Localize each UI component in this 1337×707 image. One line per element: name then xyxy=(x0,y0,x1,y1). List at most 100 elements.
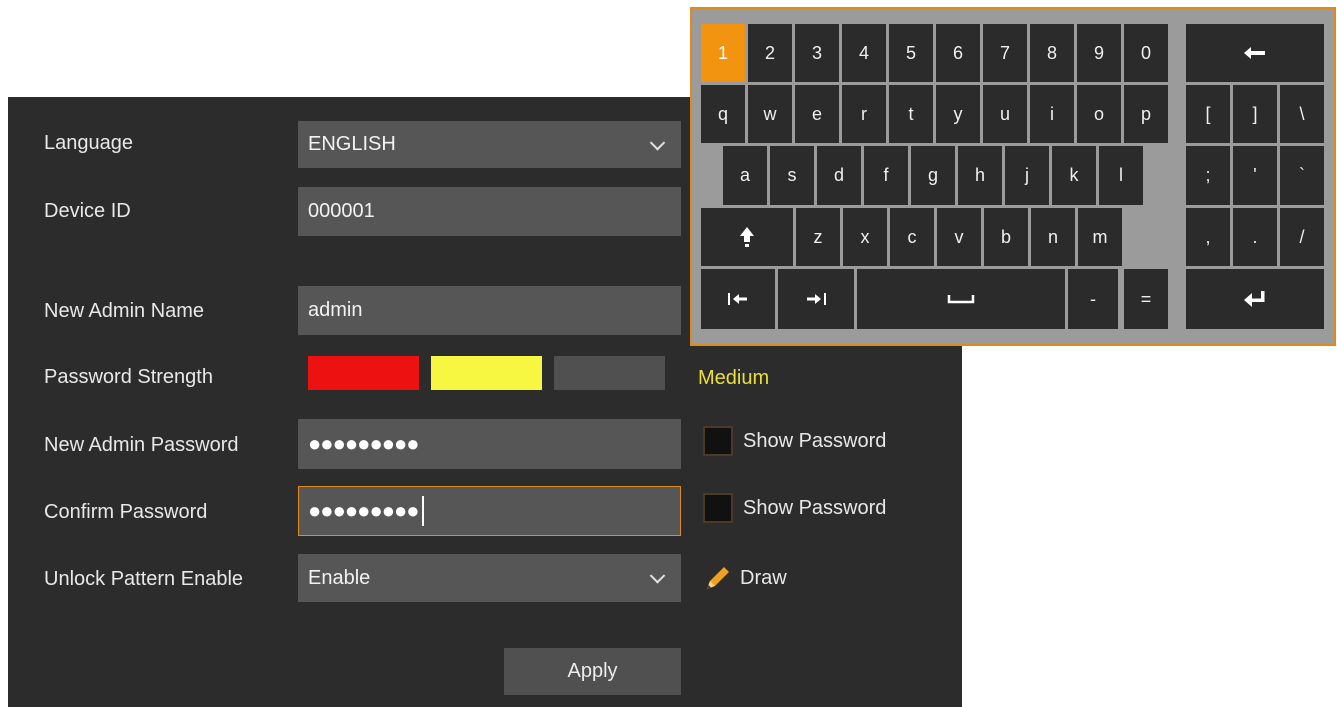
key-symbol-3[interactable]: ; xyxy=(1186,146,1230,205)
key-symbol-5[interactable]: ` xyxy=(1280,146,1324,205)
shift-key[interactable] xyxy=(701,208,793,266)
key-label: s xyxy=(787,165,797,185)
key-j[interactable]: j xyxy=(1005,146,1049,205)
key-label: 2 xyxy=(764,42,775,63)
checkbox-box[interactable] xyxy=(703,426,733,456)
key-6[interactable]: 6 xyxy=(936,24,980,82)
cursor-left-icon xyxy=(727,291,749,307)
key-y[interactable]: y xyxy=(936,85,980,143)
key-u[interactable]: u xyxy=(983,85,1027,143)
key-r[interactable]: r xyxy=(842,85,886,143)
key-e[interactable]: e xyxy=(795,85,839,143)
enter-return-icon xyxy=(1243,290,1267,308)
key-equals[interactable]: = xyxy=(1124,269,1168,329)
key-label: x xyxy=(860,226,870,247)
unlock-pattern-select[interactable]: Enable xyxy=(298,554,681,602)
key-l[interactable]: l xyxy=(1099,146,1143,205)
key-w[interactable]: w xyxy=(748,85,792,143)
key-label: e xyxy=(811,103,822,124)
key-label: = xyxy=(1140,288,1152,309)
key-v[interactable]: v xyxy=(937,208,981,266)
checkbox-box[interactable] xyxy=(703,493,733,523)
key-label: 6 xyxy=(952,42,963,63)
key-z[interactable]: z xyxy=(796,208,840,266)
key-5[interactable]: 5 xyxy=(889,24,933,82)
key-symbol-4[interactable]: ' xyxy=(1233,146,1277,205)
key-label: n xyxy=(1047,226,1058,247)
language-select[interactable]: ENGLISH xyxy=(298,121,681,168)
cursor-right-key[interactable] xyxy=(778,269,854,329)
key-q[interactable]: q xyxy=(701,85,745,143)
new-password-input[interactable]: ●●●●●●●●● xyxy=(298,419,681,469)
confirm-password-input[interactable]: ●●●●●●●●● xyxy=(298,486,681,536)
key-f[interactable]: f xyxy=(864,146,908,205)
key-k[interactable]: k xyxy=(1052,146,1096,205)
key-2[interactable]: 2 xyxy=(748,24,792,82)
enter-key[interactable] xyxy=(1186,269,1324,329)
key-label: u xyxy=(999,103,1010,124)
key-9[interactable]: 9 xyxy=(1077,24,1121,82)
language-label: Language xyxy=(44,132,133,154)
key-n[interactable]: n xyxy=(1031,208,1075,266)
key-4[interactable]: 4 xyxy=(842,24,886,82)
key-a[interactable]: a xyxy=(723,146,767,205)
key-symbol-6[interactable]: , xyxy=(1186,208,1230,266)
apply-button[interactable]: Apply xyxy=(504,648,681,695)
key-8[interactable]: 8 xyxy=(1030,24,1074,82)
space-bar-icon xyxy=(947,293,975,305)
key-1[interactable]: 1 xyxy=(701,24,745,82)
draw-label: Draw xyxy=(740,566,787,589)
cursor-right-icon xyxy=(805,291,827,307)
backspace-key[interactable] xyxy=(1186,24,1324,82)
show-confirm-password-checkbox[interactable]: Show Password xyxy=(703,493,886,523)
key-s[interactable]: s xyxy=(770,146,814,205)
key-label: / xyxy=(1299,226,1305,247)
key-x[interactable]: x xyxy=(843,208,887,266)
key-symbol-0[interactable]: [ xyxy=(1186,85,1230,143)
key-label: [ xyxy=(1205,103,1211,124)
key-symbol-7[interactable]: . xyxy=(1233,208,1277,266)
key-h[interactable]: h xyxy=(958,146,1002,205)
key-label: b xyxy=(1000,226,1011,247)
chevron-down-icon xyxy=(649,568,666,584)
key-label: r xyxy=(861,103,867,124)
device-id-input[interactable]: 000001 xyxy=(298,187,681,236)
key-minus[interactable]: - xyxy=(1068,269,1118,329)
show-new-password-checkbox[interactable]: Show Password xyxy=(703,426,886,456)
on-screen-keyboard: 1 2 3 4 5 6 7 8 9 0 q w e r t y u i o p a s d f g h j k l z x c v b n m - = []… xyxy=(690,7,1336,346)
new-password-value: ●●●●●●●●● xyxy=(308,431,420,456)
strength-bar-strong xyxy=(554,356,665,390)
key-m[interactable]: m xyxy=(1078,208,1122,266)
text-cursor xyxy=(421,496,424,526)
key-symbol-8[interactable]: / xyxy=(1280,208,1324,266)
key-label: o xyxy=(1093,103,1104,124)
admin-name-input[interactable]: admin xyxy=(298,286,681,335)
key-label: 1 xyxy=(717,42,728,63)
new-password-label: New Admin Password xyxy=(44,434,239,456)
draw-pattern-button[interactable]: Draw xyxy=(704,565,787,591)
key-d[interactable]: d xyxy=(817,146,861,205)
key-3[interactable]: 3 xyxy=(795,24,839,82)
cursor-left-key[interactable] xyxy=(701,269,775,329)
key-i[interactable]: i xyxy=(1030,85,1074,143)
key-g[interactable]: g xyxy=(911,146,955,205)
key-label: k xyxy=(1069,165,1079,185)
pencil-icon xyxy=(704,565,734,591)
key-label: q xyxy=(717,103,728,124)
device-id-value: 000001 xyxy=(308,200,375,222)
key-symbol-2[interactable]: \ xyxy=(1280,85,1324,143)
key-o[interactable]: o xyxy=(1077,85,1121,143)
key-label: m xyxy=(1092,226,1108,247)
key-c[interactable]: c xyxy=(890,208,934,266)
key-0[interactable]: 0 xyxy=(1124,24,1168,82)
key-label: c xyxy=(907,226,917,247)
key-7[interactable]: 7 xyxy=(983,24,1027,82)
admin-name-value: admin xyxy=(308,299,363,321)
key-symbol-1[interactable]: ] xyxy=(1233,85,1277,143)
key-p[interactable]: p xyxy=(1124,85,1168,143)
password-strength-label: Password Strength xyxy=(44,366,213,388)
key-b[interactable]: b xyxy=(984,208,1028,266)
key-t[interactable]: t xyxy=(889,85,933,143)
space-key[interactable] xyxy=(857,269,1065,329)
key-label: y xyxy=(953,103,963,124)
